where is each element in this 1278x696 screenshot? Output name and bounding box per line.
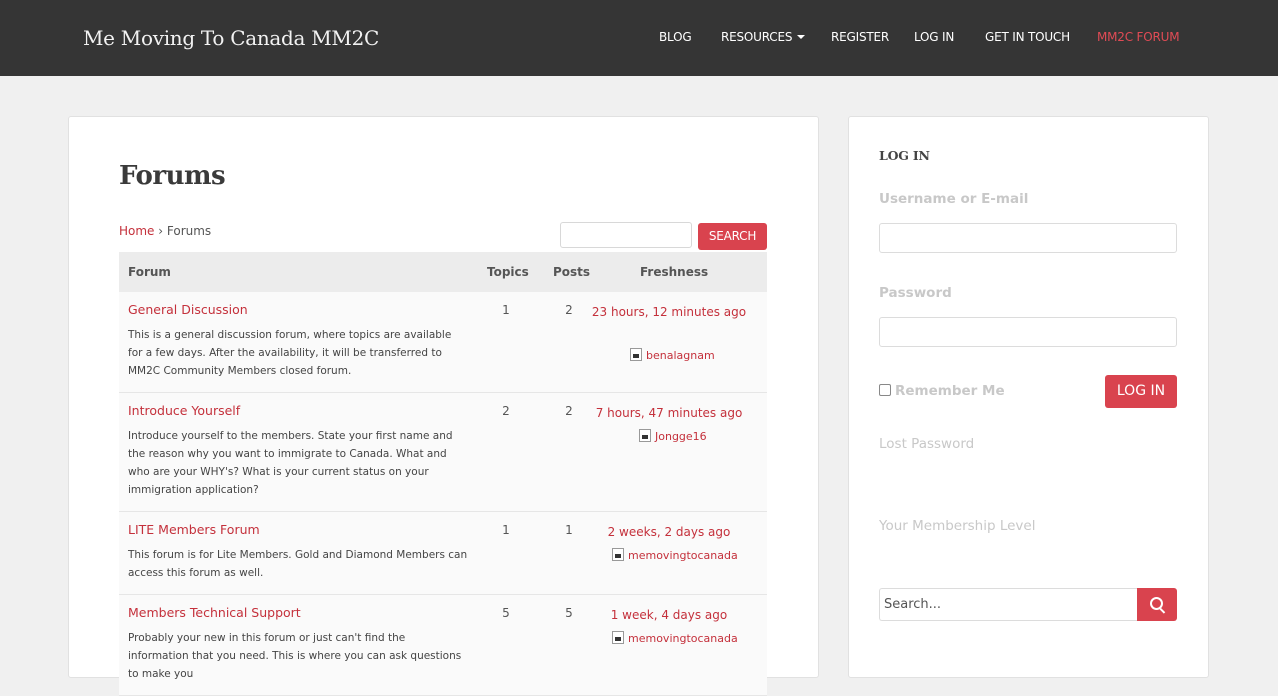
forum-posts-count: 1 xyxy=(565,523,573,537)
avatar-icon xyxy=(612,631,624,644)
forum-posts-count: 5 xyxy=(565,606,573,620)
forum-table: Forum Topics Posts Freshness General Dis… xyxy=(119,252,767,696)
login-button[interactable]: LOG IN xyxy=(1105,375,1177,408)
nav-resources[interactable]: RESOURCES xyxy=(721,30,806,44)
site-brand[interactable]: Me Moving To Canada MM2C xyxy=(83,26,379,50)
breadcrumb-separator: › xyxy=(154,224,167,238)
forum-freshness-link[interactable]: 23 hours, 12 minutes ago xyxy=(589,302,749,322)
forum-last-author[interactable]: memovingtocanada xyxy=(612,631,738,645)
forum-row: Introduce Yourself Introduce yourself to… xyxy=(119,393,767,512)
author-name: memovingtocanada xyxy=(628,632,738,645)
top-navbar: Me Moving To Canada MM2C BLOG RESOURCES … xyxy=(0,0,1278,76)
breadcrumb-current: Forums xyxy=(166,224,212,238)
author-name: memovingtocanada xyxy=(628,549,738,562)
header-topics: Topics xyxy=(487,265,529,279)
nav-resources-label: RESOURCES xyxy=(721,30,793,44)
avatar-icon xyxy=(639,429,651,442)
forum-title-link[interactable]: LITE Members Forum xyxy=(128,522,260,537)
password-field[interactable] xyxy=(879,317,1177,347)
forum-description: Introduce yourself to the members. State… xyxy=(128,430,453,496)
username-field[interactable] xyxy=(879,223,1177,253)
nav-register[interactable]: REGISTER xyxy=(831,30,889,44)
forum-description: This forum is for Lite Members. Gold and… xyxy=(128,549,468,579)
remember-me[interactable]: Remember Me xyxy=(879,383,1005,399)
membership-level: Your Membership Level xyxy=(879,518,1036,534)
author-name: benalagnam xyxy=(646,349,715,362)
forum-posts-count: 2 xyxy=(565,303,573,317)
forum-last-author[interactable]: memovingtocanada xyxy=(612,548,738,562)
forum-posts-count: 2 xyxy=(565,404,573,418)
forum-topics-count: 1 xyxy=(502,523,510,537)
forum-description: This is a general discussion forum, wher… xyxy=(128,329,452,377)
avatar-icon xyxy=(612,548,624,561)
page-title: Forums xyxy=(119,161,226,191)
forum-title-link[interactable]: General Discussion xyxy=(128,302,248,317)
header-forum: Forum xyxy=(128,265,171,279)
remember-me-label: Remember Me xyxy=(895,383,1005,399)
breadcrumb: Home › Forums xyxy=(119,224,211,238)
sidebar-search-button[interactable] xyxy=(1137,588,1177,621)
header-posts: Posts xyxy=(553,265,591,279)
username-label: Username or E-mail xyxy=(879,191,1029,207)
remember-me-checkbox[interactable] xyxy=(879,384,891,396)
forum-search-button[interactable]: SEARCH xyxy=(698,223,767,250)
forum-row: General Discussion This is a general dis… xyxy=(119,292,767,393)
forum-table-header: Forum Topics Posts Freshness xyxy=(119,252,767,292)
breadcrumb-home-link[interactable]: Home xyxy=(119,224,154,238)
sidebar-heading: LOG IN xyxy=(879,148,930,163)
nav-login[interactable]: LOG IN xyxy=(914,30,954,44)
forum-last-author[interactable]: Jongge16 xyxy=(639,429,707,443)
forum-freshness-link[interactable]: 1 week, 4 days ago xyxy=(589,605,749,625)
forum-topics-count: 1 xyxy=(502,303,510,317)
forum-freshness-link[interactable]: 7 hours, 47 minutes ago xyxy=(589,403,749,423)
avatar-icon xyxy=(630,348,642,361)
caret-down-icon xyxy=(797,35,806,39)
nav-get-in-touch[interactable]: GET IN TOUCH xyxy=(985,30,1070,44)
forum-freshness-link[interactable]: 2 weeks, 2 days ago xyxy=(589,522,749,542)
forum-row: LITE Members Forum This forum is for Lit… xyxy=(119,512,767,595)
forum-topics-count: 5 xyxy=(502,606,510,620)
sidebar-search-input[interactable] xyxy=(879,588,1137,621)
forum-description: Probably your new in this forum or just … xyxy=(128,632,462,680)
forum-title-link[interactable]: Introduce Yourself xyxy=(128,403,240,418)
forums-content-card: Forums Home › Forums SEARCH Forum Topics… xyxy=(68,116,819,696)
author-name: Jongge16 xyxy=(655,430,707,443)
login-sidebar-card: LOG IN Username or E-mail Password Remem… xyxy=(848,116,1209,678)
forum-row: Members Technical Support Probably your … xyxy=(119,595,767,696)
magnifier-icon xyxy=(1150,597,1163,610)
forum-title-link[interactable]: Members Technical Support xyxy=(128,605,301,620)
forum-search-input[interactable] xyxy=(560,222,692,248)
password-label: Password xyxy=(879,285,952,301)
forum-topics-count: 2 xyxy=(502,404,510,418)
header-freshness: Freshness xyxy=(640,265,709,279)
lost-password-link[interactable]: Lost Password xyxy=(879,436,974,452)
nav-blog[interactable]: BLOG xyxy=(659,30,692,44)
nav-mm2c-forum[interactable]: MM2C FORUM xyxy=(1097,30,1180,44)
forum-last-author[interactable]: benalagnam xyxy=(630,348,715,362)
